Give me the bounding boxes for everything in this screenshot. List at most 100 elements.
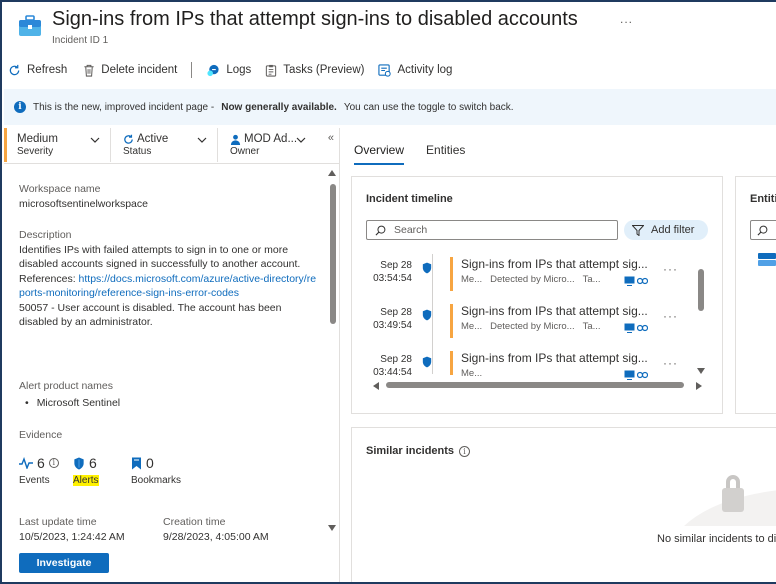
error-text: 50057 - User account is disabled. The ac… — [19, 301, 282, 329]
tasks-button[interactable]: Tasks (Preview) — [265, 64, 364, 77]
more-options-button[interactable]: ... — [620, 12, 633, 26]
refresh-label: Refresh — [27, 64, 68, 76]
alert-product-value: Microsoft Sentinel — [36, 396, 121, 409]
timeline-tag: Ta... — [582, 321, 601, 332]
evidence-row: 6 i Events 6 Alerts 0 Bookmarks — [19, 454, 201, 489]
alert-product-item: • Microsoft Sentinel — [25, 396, 121, 409]
empty-state-illustration-icon — [684, 475, 776, 526]
timeline-vertical-scrollbar[interactable] — [698, 269, 704, 311]
severity-value: Medium — [17, 133, 58, 145]
tab-entities[interactable]: Entities — [426, 143, 465, 165]
details-panel: Medium Severity Active Status MOD Ad... … — [4, 128, 340, 582]
status-value: Active — [137, 133, 169, 145]
severity-bar — [450, 257, 453, 291]
scroll-down-arrow[interactable] — [328, 525, 336, 531]
last-update-label: Last update time — [19, 516, 97, 528]
logs-label: Logs — [226, 64, 252, 76]
owner-label: Owner — [230, 146, 260, 157]
timeline-search-input[interactable]: Search — [366, 220, 618, 240]
link-icon — [637, 324, 648, 332]
chevron-down-icon — [90, 137, 100, 143]
timeline-item[interactable]: Sep 28 03:54:54 Sign-ins from IPs that at… — [366, 257, 716, 299]
chevron-down-icon — [296, 137, 306, 143]
investigate-button[interactable]: Investigate — [19, 553, 109, 573]
user-icon — [230, 134, 241, 145]
link-icon — [637, 371, 648, 379]
trash-icon — [84, 64, 94, 77]
severity-dropdown[interactable]: Medium Severity — [4, 128, 111, 162]
banner-text-bold: Now generally available. — [221, 101, 337, 113]
timeline-tag: Ta... — [582, 274, 601, 285]
more-options-button[interactable]: ··· — [663, 356, 678, 370]
alerts-evidence[interactable]: 6 Alerts — [73, 454, 127, 489]
logs-button[interactable]: Logs — [206, 64, 251, 77]
timeline-time: 03:44:54 — [373, 367, 412, 378]
scroll-up-arrow[interactable] — [328, 170, 336, 176]
scroll-left-arrow[interactable] — [373, 382, 379, 390]
filter-icon — [632, 224, 644, 236]
creation-value: 9/28/2023, 4:05:00 AM — [163, 530, 269, 543]
timeline-date: Sep 28 — [380, 260, 412, 271]
info-circle-icon: i — [48, 458, 59, 468]
bookmarks-evidence[interactable]: 0 Bookmarks — [131, 454, 201, 489]
severity-label: Severity — [17, 146, 54, 157]
incident-timeline-card: Incident timeline Search Add filter Sep … — [351, 176, 723, 414]
details-scrollbar[interactable] — [330, 184, 336, 324]
status-dropdown[interactable]: Active Status — [111, 128, 218, 162]
delete-incident-label: Delete incident — [101, 64, 178, 76]
clipboard-icon — [266, 64, 277, 77]
events-evidence[interactable]: 6 i Events — [19, 454, 73, 489]
last-update-value: 10/5/2023, 1:24:42 AM — [19, 530, 125, 543]
banner-text-post: You can use the toggle to switch back. — [343, 101, 514, 113]
property-bar: Medium Severity Active Status MOD Ad... … — [4, 128, 340, 164]
activity-log-label: Activity log — [397, 64, 453, 76]
scroll-right-arrow[interactable] — [696, 382, 702, 390]
search-placeholder: Search — [394, 224, 428, 236]
timeline-detected: Detected by Micro... — [490, 321, 575, 332]
status-label: Status — [123, 146, 152, 157]
activity-log-button[interactable]: Activity log — [378, 63, 453, 77]
timeline-time: 03:54:54 — [373, 273, 412, 284]
alert-product-label: Alert product names — [19, 380, 113, 392]
timeline-horizontal-scrollbar[interactable] — [386, 382, 684, 388]
info-circle-icon[interactable]: i — [459, 445, 471, 457]
timeline-severity: Me... — [461, 321, 483, 332]
workspace-value: microsoftsentinelworkspace — [19, 197, 148, 210]
creation-label: Creation time — [163, 516, 226, 528]
empty-state-text: No similar incidents to di — [657, 533, 776, 545]
scroll-down-arrow[interactable] — [697, 368, 705, 374]
severity-bar — [450, 351, 453, 375]
monitor-icon — [624, 370, 635, 380]
refresh-button[interactable]: Refresh — [8, 64, 67, 77]
chevron-down-icon — [197, 137, 207, 143]
shield-icon — [74, 456, 84, 470]
owner-dropdown[interactable]: MOD Ad... Owner — [218, 128, 322, 162]
severity-bar — [450, 304, 453, 338]
server-icon — [758, 253, 776, 266]
timeline-time: 03:49:54 — [373, 320, 412, 331]
info-icon: i — [14, 101, 26, 113]
toolbar-divider — [191, 62, 193, 78]
logs-icon — [207, 64, 219, 76]
bookmarks-count: 0 — [146, 454, 154, 471]
page-title: Sign-ins from IPs that attempt sign-ins … — [52, 8, 578, 30]
entities-search-input[interactable] — [750, 220, 776, 240]
events-count: 6 — [37, 454, 45, 471]
add-filter-button[interactable]: Add filter — [624, 220, 708, 240]
similar-title: Similar incidents — [366, 445, 455, 457]
timeline-item[interactable]: Sep 28 03:49:54 Sign-ins from IPs that at… — [366, 304, 716, 346]
more-options-button[interactable]: ··· — [663, 262, 678, 276]
bookmark-icon — [132, 457, 141, 469]
delete-incident-button[interactable]: Delete incident — [83, 64, 177, 77]
status-refresh-icon — [124, 134, 133, 144]
references-label: References: — [19, 272, 76, 285]
collapse-panel-icon[interactable]: « — [328, 132, 334, 144]
more-options-button[interactable]: ··· — [663, 309, 678, 323]
description-text: Identifies IPs with failed attempts to s… — [19, 243, 301, 271]
workspace-label: Workspace name — [19, 183, 101, 195]
tab-overview[interactable]: Overview — [354, 143, 405, 165]
refresh-icon — [9, 64, 20, 75]
alert-shield-icon — [422, 309, 432, 321]
timeline-item-title: Sign-ins from IPs that attempt sig... — [461, 304, 648, 318]
evidence-label: Evidence — [19, 429, 63, 441]
